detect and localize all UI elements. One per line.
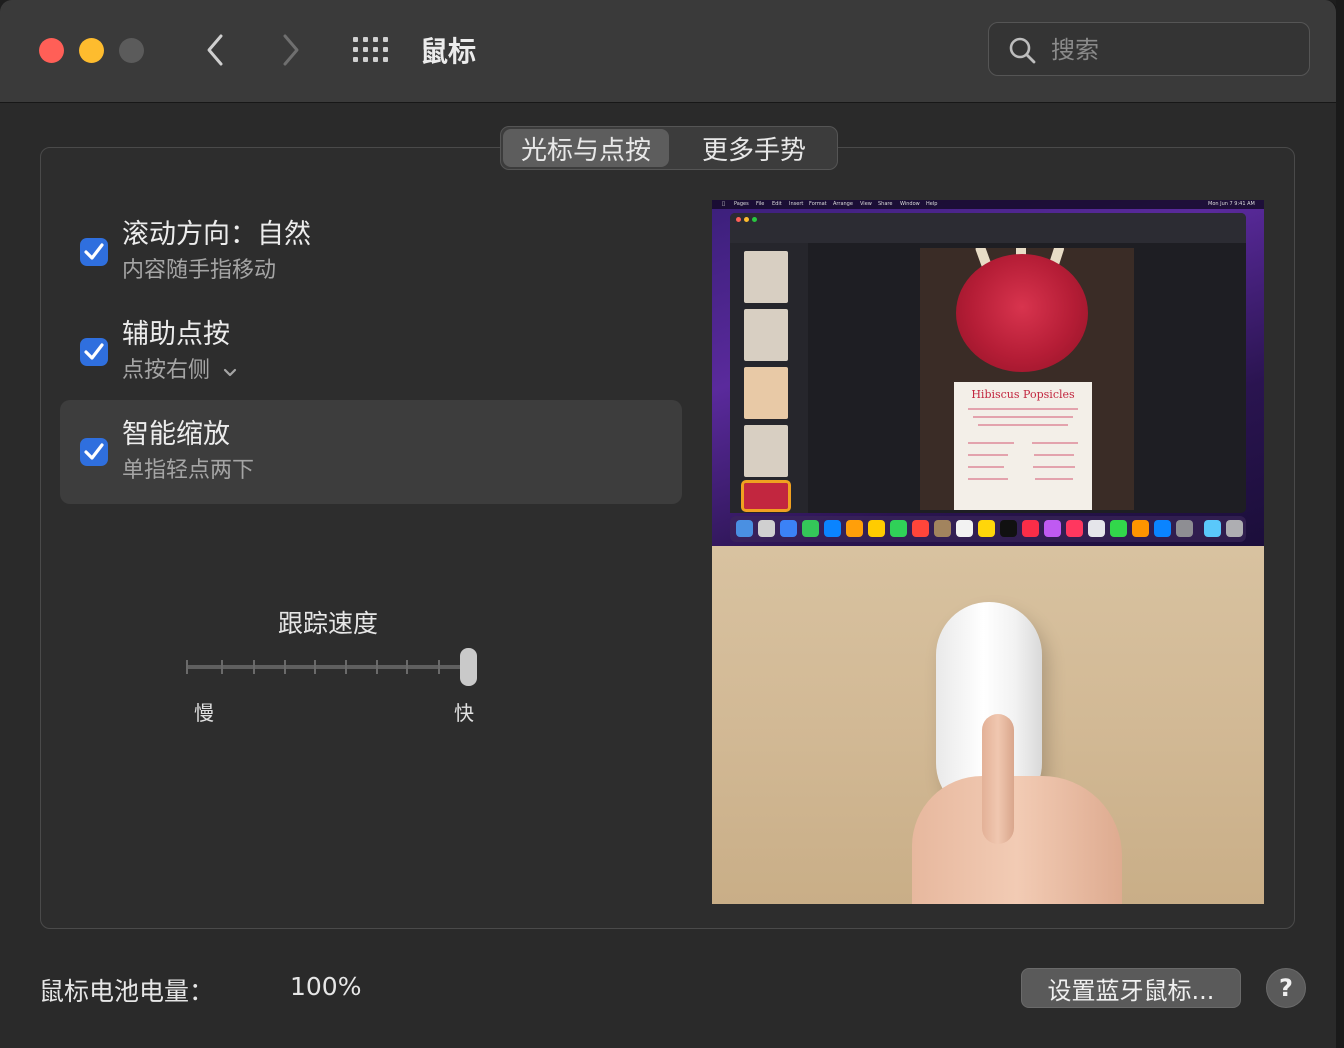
option-scroll-direction[interactable]: 滚动方向：自然 内容随手指移动 (60, 200, 682, 304)
tab-more-gestures[interactable]: 更多手势 (671, 127, 837, 169)
option-subtitle: 内容随手指移动 (122, 258, 277, 283)
slider-tick (406, 660, 408, 674)
option-title: 辅助点按 (122, 319, 230, 350)
slider-max-label: 快 (454, 701, 474, 725)
mouse-preferences-window: 鼠标 光标与点按 更多手势 滚动方向：自然 内容随手指移动 辅助点 (0, 0, 1337, 1048)
preview-document-title: Hibiscus Popsicles (971, 388, 1075, 401)
scroll-direction-checkbox[interactable] (80, 238, 108, 266)
gesture-preview-video:  Pages File Edit Insert Format Arrange … (712, 200, 1264, 904)
setup-bluetooth-mouse-button[interactable]: 设置蓝牙鼠标... (1021, 968, 1241, 1008)
preview-document: Hibiscus Popsicles (920, 248, 1134, 510)
option-subtitle: 单指轻点两下 (122, 458, 255, 483)
tracking-speed-slider[interactable] (186, 665, 468, 669)
slider-thumb[interactable] (460, 648, 477, 686)
chevron-down-icon (223, 359, 237, 384)
slider-tick (253, 660, 255, 674)
window-title: 鼠标 (420, 35, 477, 68)
preview-screen:  Pages File Edit Insert Format Arrange … (712, 200, 1264, 546)
slider-min-label: 慢 (194, 701, 214, 725)
tab-point-and-click[interactable]: 光标与点按 (503, 129, 669, 167)
chevron-right-icon (283, 34, 299, 66)
preview-menubar:  Pages File Edit Insert Format Arrange … (712, 200, 1264, 209)
help-button[interactable]: ? (1266, 968, 1306, 1008)
show-all-button[interactable] (352, 36, 390, 64)
back-button[interactable] (200, 30, 230, 70)
slider-tick (438, 660, 440, 674)
background-edge (1336, 0, 1344, 1048)
checkmark-icon (84, 243, 104, 260)
toolbar: 鼠标 (0, 0, 1336, 103)
close-button[interactable] (39, 38, 64, 63)
slider-tick (376, 660, 378, 674)
checkmark-icon (84, 343, 104, 360)
secondary-click-checkbox[interactable] (80, 338, 108, 366)
battery-value: 100% (290, 972, 362, 1001)
chevron-left-icon (207, 34, 223, 66)
battery-label: 鼠标电池电量： (39, 977, 215, 1006)
smart-zoom-checkbox[interactable] (80, 438, 108, 466)
secondary-click-popup[interactable]: 点按右侧 (122, 352, 237, 384)
preview-desk (712, 546, 1264, 904)
preview-dock (730, 516, 1246, 542)
search-icon (1009, 37, 1036, 64)
option-title: 智能缩放 (122, 419, 230, 450)
slider-tick (186, 660, 188, 674)
slider-tick (221, 660, 223, 674)
slider-tick (284, 660, 286, 674)
option-smart-zoom[interactable]: 智能缩放 单指轻点两下 (60, 400, 682, 504)
tracking-speed-label: 跟踪速度 (278, 609, 379, 638)
tab-bar: 光标与点按 更多手势 (500, 126, 838, 170)
option-secondary-click[interactable]: 辅助点按 点按右侧 (60, 300, 682, 404)
slider-tick (314, 660, 316, 674)
forward-button[interactable] (276, 30, 306, 70)
option-title: 滚动方向：自然 (122, 219, 311, 250)
slider-tick (345, 660, 347, 674)
grid-icon (353, 37, 388, 62)
search-input[interactable] (1049, 33, 1293, 67)
checkmark-icon (84, 443, 104, 460)
search-field[interactable] (988, 22, 1310, 76)
preview-app-window: Hibiscus Popsicles (730, 213, 1246, 513)
minimize-button[interactable] (79, 38, 104, 63)
option-subtitle: 点按右侧 (122, 358, 211, 383)
zoom-button[interactable] (119, 38, 144, 63)
